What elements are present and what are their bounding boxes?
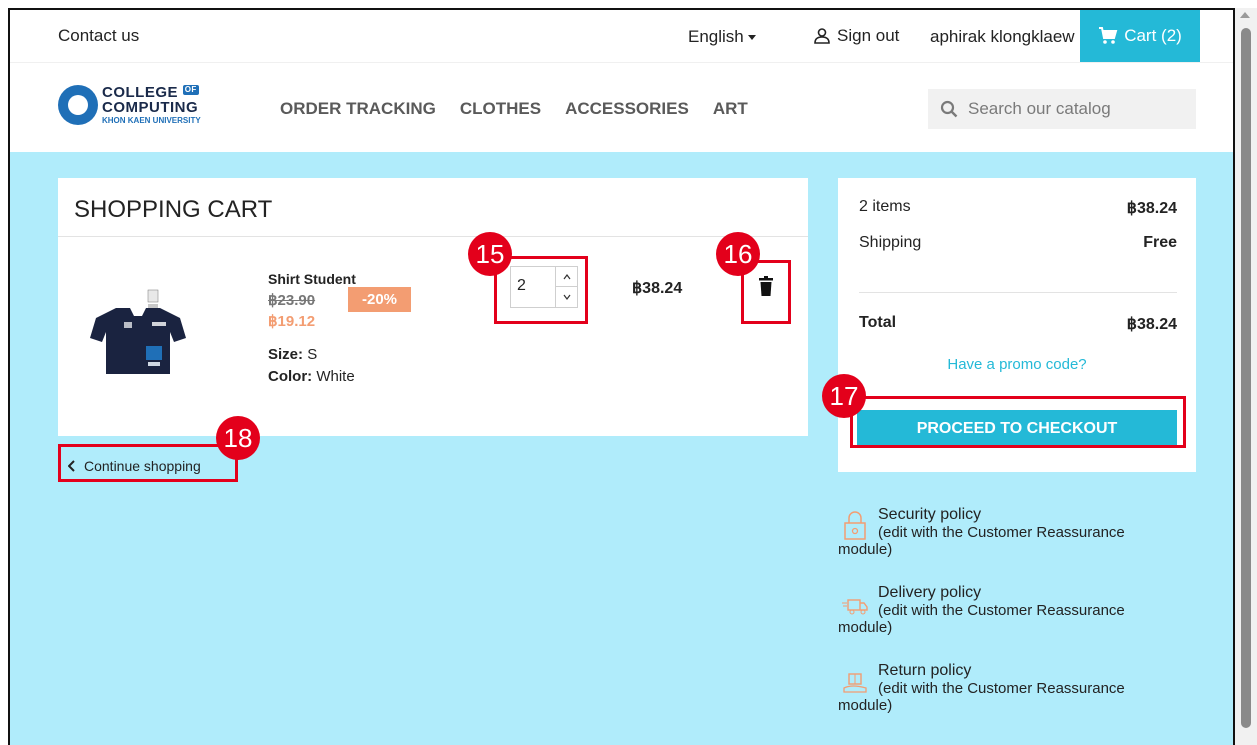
product-name[interactable]: Shirt Student	[268, 271, 356, 287]
language-selector[interactable]: English	[688, 27, 756, 47]
total-value: ฿38.24	[1126, 316, 1177, 333]
nav-item-accessories[interactable]: ACCESSORIES	[565, 99, 689, 119]
shipping-label: Shipping	[859, 234, 922, 251]
summary-total-row: Total ฿38.24	[859, 314, 1177, 334]
top-bar: Contact us English Sign out aphirak klon…	[10, 10, 1233, 62]
reassurance-desc: (edit with the Customer Reassurance	[878, 680, 1125, 697]
product-regular-price: ฿23.90	[268, 292, 316, 309]
sign-out-label: Sign out	[837, 26, 900, 45]
shipping-value: Free	[1143, 234, 1177, 251]
user-icon	[814, 28, 830, 44]
annotation-badge-18: 18	[216, 416, 260, 460]
search-input[interactable]: Search our catalog	[928, 89, 1196, 129]
reassurance-title: Return policy	[878, 662, 972, 679]
annotation-badge-15: 15	[468, 232, 512, 276]
total-label: Total	[859, 314, 897, 331]
search-icon	[940, 100, 958, 118]
cart-button[interactable]: Cart (2)	[1080, 10, 1200, 62]
caret-down-icon	[747, 35, 756, 41]
logo-line-computing: COMPUTING	[102, 99, 199, 116]
divider	[859, 292, 1177, 293]
product-sale-price: ฿19.12	[268, 313, 316, 330]
sign-out-link[interactable]: Sign out	[813, 26, 899, 46]
reassurance-security: Security policy (edit with the Customer …	[838, 506, 1178, 558]
highlight-checkout	[850, 396, 1186, 448]
main-nav: ORDER TRACKING CLOTHES ACCESSORIES ART	[280, 99, 748, 119]
logo-line-university: KHON KAEN UNIVERSITY	[102, 116, 201, 125]
search-placeholder: Search our catalog	[968, 99, 1111, 118]
cart-panel: SHOPPING CART Shirt Student ฿23.90 -20% …	[58, 178, 808, 436]
account-name-link[interactable]: aphirak klongklaew	[930, 27, 1075, 47]
language-label: English	[688, 27, 744, 46]
reassurance-return: Return policy (edit with the Customer Re…	[838, 662, 1178, 714]
divider	[58, 236, 808, 237]
reassurance-desc: (edit with the Customer Reassurance	[878, 602, 1125, 619]
product-color: Color: White	[268, 368, 355, 385]
return-box-icon	[843, 673, 867, 693]
items-count: 2 items	[859, 198, 911, 215]
scroll-thumb[interactable]	[1241, 28, 1251, 728]
reassurance-delivery: Delivery policy (edit with the Customer …	[838, 584, 1178, 636]
lock-icon	[844, 511, 866, 540]
annotation-badge-16: 16	[716, 232, 760, 276]
product-image[interactable]	[86, 286, 196, 378]
site-header: COLLEGE OF COMPUTING KHON KAEN UNIVERSIT…	[10, 62, 1233, 152]
summary-items-row: 2 items ฿38.24	[859, 198, 1177, 218]
items-subtotal: ฿38.24	[1126, 200, 1177, 217]
delivery-truck-icon	[842, 599, 868, 615]
highlight-continue	[58, 444, 238, 482]
vertical-scrollbar[interactable]	[1235, 8, 1257, 745]
logo-mark-icon	[58, 85, 98, 125]
reassurance-desc-tail: module)	[838, 697, 893, 714]
reassurance-title: Security policy	[878, 506, 982, 523]
reassurance-desc: (edit with the Customer Reassurance	[878, 524, 1125, 541]
color-value: White	[316, 368, 355, 385]
cart-label: Cart (2)	[1124, 26, 1182, 45]
nav-item-order-tracking[interactable]: ORDER TRACKING	[280, 99, 436, 119]
contact-link[interactable]: Contact us	[58, 26, 139, 46]
size-value: S	[307, 346, 318, 363]
browser-viewport: Contact us English Sign out aphirak klon…	[8, 8, 1235, 745]
page-title: SHOPPING CART	[74, 196, 273, 223]
size-label: Size:	[268, 346, 304, 363]
annotation-badge-17: 17	[822, 374, 866, 418]
logo-wordmark: COLLEGE OF COMPUTING KHON KAEN UNIVERSIT…	[102, 85, 201, 125]
shopping-cart-icon	[1099, 27, 1118, 44]
logo[interactable]: COLLEGE OF COMPUTING KHON KAEN UNIVERSIT…	[58, 85, 201, 125]
nav-item-art[interactable]: ART	[713, 99, 748, 119]
line-total: ฿38.24	[632, 280, 683, 297]
logo-of-badge: OF	[182, 85, 199, 95]
scroll-up-arrow-icon[interactable]	[1240, 12, 1250, 18]
product-size: Size: S	[268, 346, 317, 363]
reassurance-desc-tail: module)	[838, 619, 893, 636]
nav-item-clothes[interactable]: CLOTHES	[460, 99, 541, 119]
reassurance-desc-tail: module)	[838, 541, 893, 558]
color-label: Color:	[268, 368, 313, 385]
discount-badge: -20%	[348, 287, 411, 312]
promo-code-link[interactable]: Have a promo code?	[838, 356, 1196, 373]
reassurance-title: Delivery policy	[878, 584, 982, 601]
summary-shipping-row: Shipping Free	[859, 234, 1177, 252]
